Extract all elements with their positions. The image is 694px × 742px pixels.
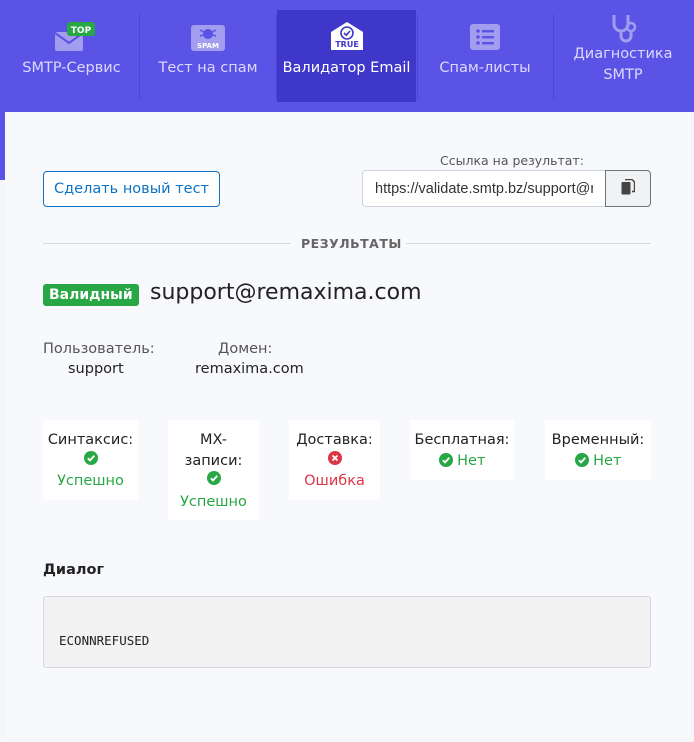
copy-link-button[interactable] — [605, 170, 651, 207]
check-label: Синтаксис: — [47, 432, 134, 448]
check-ok-icon — [574, 452, 589, 469]
check-mx-records: MX-записи: Успешно — [168, 420, 259, 520]
section-divider-right — [406, 243, 651, 244]
check-ok-icon — [43, 450, 138, 472]
list-icon — [468, 18, 502, 52]
stethoscope-icon — [606, 10, 640, 44]
nav-item-label: SMTP-Сервис — [22, 60, 121, 76]
domain-value: remaxima.com — [195, 361, 304, 377]
check-ok-icon — [168, 471, 259, 492]
nav-item-label: Валидатор Email — [282, 60, 411, 76]
mail-icon: TOP — [47, 18, 97, 52]
check-syntax: Синтаксис: Успешно — [43, 420, 138, 500]
top-navigation: TOP SMTP-Сервис SPAM Тест на спам TRUE В… — [0, 0, 694, 112]
spam-icon-text: SPAM — [197, 42, 219, 50]
nav-item-email-validator[interactable]: TRUE Валидатор Email — [277, 10, 416, 102]
dialog-title: Диалог — [43, 562, 105, 578]
result-link-input[interactable] — [362, 170, 606, 207]
top-badge: TOP — [70, 26, 91, 36]
check-value: Нет — [457, 452, 486, 469]
nav-item-spam-test[interactable]: SPAM Тест на спам — [141, 10, 275, 102]
domain-label: Домен: — [218, 341, 273, 357]
check-value: Нет — [593, 452, 622, 469]
user-label: Пользователь: — [43, 341, 155, 357]
true-envelope-icon: TRUE — [327, 18, 367, 52]
result-link-label: Ссылка на результат: — [440, 153, 584, 168]
validated-email: support@remaxima.com — [150, 280, 422, 305]
new-test-button[interactable]: Сделать новый тест — [43, 171, 220, 207]
check-label: Доставка: — [296, 432, 373, 448]
check-ok-icon — [438, 452, 453, 469]
nav-item-label: Спам-листы — [439, 60, 531, 76]
check-label: Временный: — [551, 432, 645, 448]
results-section-title: РЕЗУЛЬТАТЫ — [301, 236, 402, 251]
nav-item-spam-lists[interactable]: Спам-листы — [418, 10, 552, 102]
user-value: support — [68, 361, 124, 377]
check-value: Успешно — [180, 493, 247, 510]
status-badge: Валидный — [43, 284, 139, 306]
check-error-icon — [289, 450, 380, 472]
nav-item-label: Тест на спам — [158, 60, 258, 76]
check-label: MX-записи: — [184, 432, 243, 469]
nav-item-smtp-service[interactable]: TOP SMTP-Сервис — [5, 10, 138, 102]
check-disposable: Временный: Нет — [545, 420, 651, 480]
check-free-provider: Бесплатная: Нет — [410, 420, 514, 480]
check-delivery: Доставка: Ошибка — [289, 420, 380, 500]
spam-bug-icon: SPAM — [188, 18, 228, 52]
check-label: Бесплатная: — [414, 432, 510, 448]
nav-item-label: Диагностика SMTP — [573, 46, 673, 83]
check-value: Успешно — [57, 473, 124, 489]
section-divider-left — [43, 243, 291, 244]
dialog-log: ECONNREFUSED — [43, 596, 651, 668]
copy-icon — [621, 178, 636, 199]
true-icon-text: TRUE — [335, 40, 359, 49]
check-value: Ошибка — [304, 473, 365, 489]
nav-divider — [139, 14, 140, 100]
nav-item-smtp-diagnostics[interactable]: Диагностика SMTP — [554, 4, 692, 96]
